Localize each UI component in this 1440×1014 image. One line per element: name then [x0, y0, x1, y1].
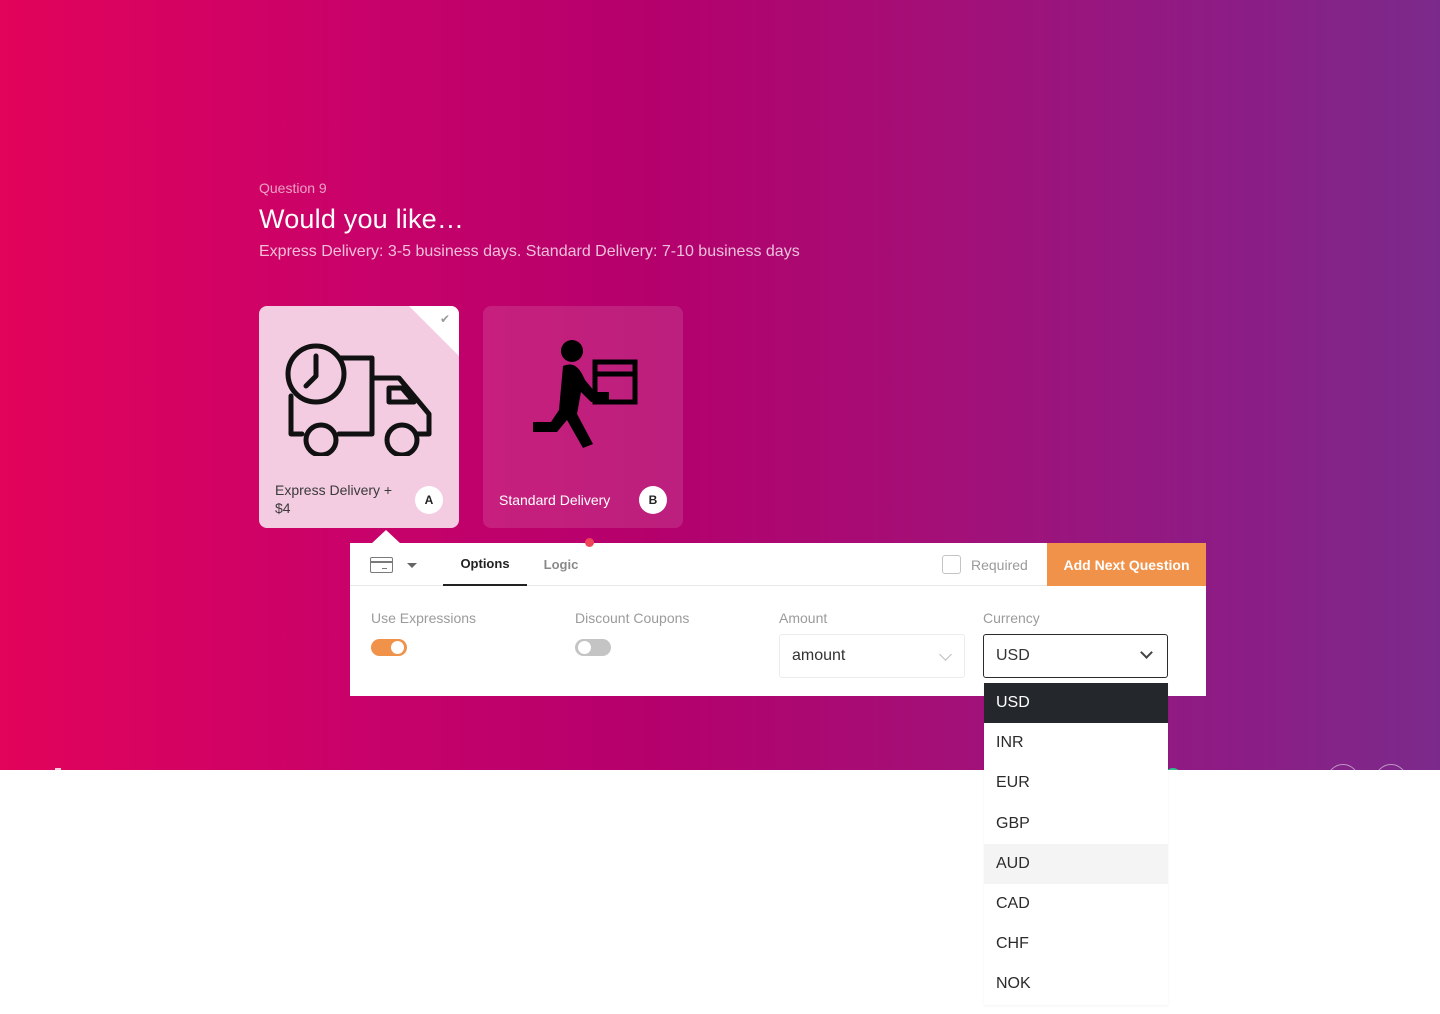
currency-select[interactable]: USD [983, 634, 1168, 678]
panel-pointer [371, 530, 401, 544]
courier-running-with-box-icon [483, 326, 683, 466]
currency-option-inr[interactable]: INR [984, 723, 1168, 763]
choice-standard-delivery[interactable]: Standard Delivery B [483, 306, 683, 528]
discount-coupons-toggle[interactable] [575, 639, 611, 656]
chevron-down-icon [1140, 646, 1153, 659]
currency-option-cad[interactable]: CAD [984, 884, 1168, 924]
choice-key-badge: A [415, 486, 443, 514]
notification-dot [585, 538, 594, 547]
required-label: Required [971, 556, 1028, 573]
tab-options[interactable]: Options [443, 543, 527, 586]
partial-logo [55, 768, 61, 770]
use-expressions-toggle[interactable] [371, 639, 407, 656]
currency-value: USD [996, 647, 1030, 664]
required-checkbox[interactable] [942, 555, 961, 574]
tab-logic[interactable]: Logic [532, 543, 590, 586]
question-settings-panel: Options Logic Required Add Next Question… [350, 538, 1206, 696]
currency-option-nok[interactable]: NOK [984, 964, 1168, 1004]
add-next-question-button[interactable]: Add Next Question [1047, 543, 1206, 586]
currency-option-aud[interactable]: AUD [984, 843, 1168, 884]
amount-label: Amount [779, 610, 828, 626]
toggle-knob [391, 641, 404, 654]
question-number: Question 9 [259, 180, 327, 196]
use-expressions-label: Use Expressions [371, 610, 477, 626]
discount-coupons-label: Discount Coupons [575, 610, 690, 626]
question-type-selector[interactable] [370, 553, 422, 577]
chevron-down-icon [939, 648, 952, 661]
currency-dropdown-list: USD INR EUR GBP AUD CAD CHF NOK [984, 683, 1168, 1005]
check-icon: ✔ [439, 312, 450, 326]
caret-down-icon [407, 562, 417, 568]
question-description[interactable]: Express Delivery: 3-5 business days. Sta… [259, 243, 800, 261]
amount-select[interactable]: amount [779, 634, 965, 678]
panel-toolbar: Options Logic Required Add Next Question [350, 538, 1206, 586]
previous-button[interactable] [1327, 764, 1359, 770]
choice-key-badge: B [639, 486, 667, 514]
amount-value: amount [792, 647, 846, 664]
choice-label: Standard Delivery [499, 492, 611, 508]
next-button[interactable] [1375, 764, 1407, 770]
currency-option-usd[interactable]: USD [984, 683, 1168, 724]
choice-label: Express Delivery + $4 [275, 482, 393, 516]
credit-card-icon [370, 557, 393, 573]
toggle-knob [578, 641, 591, 654]
choice-express-delivery[interactable]: ✔ Express Delivery + $4 A [259, 306, 459, 528]
currency-option-chf[interactable]: CHF [984, 924, 1168, 964]
currency-option-gbp[interactable]: GBP [984, 804, 1168, 844]
delivery-truck-clock-icon [259, 326, 459, 466]
currency-option-eur[interactable]: EUR [984, 763, 1168, 803]
required-toggle[interactable]: Required [942, 555, 1028, 574]
question-title[interactable]: Would you like… [259, 204, 464, 235]
currency-label: Currency [983, 610, 1040, 626]
